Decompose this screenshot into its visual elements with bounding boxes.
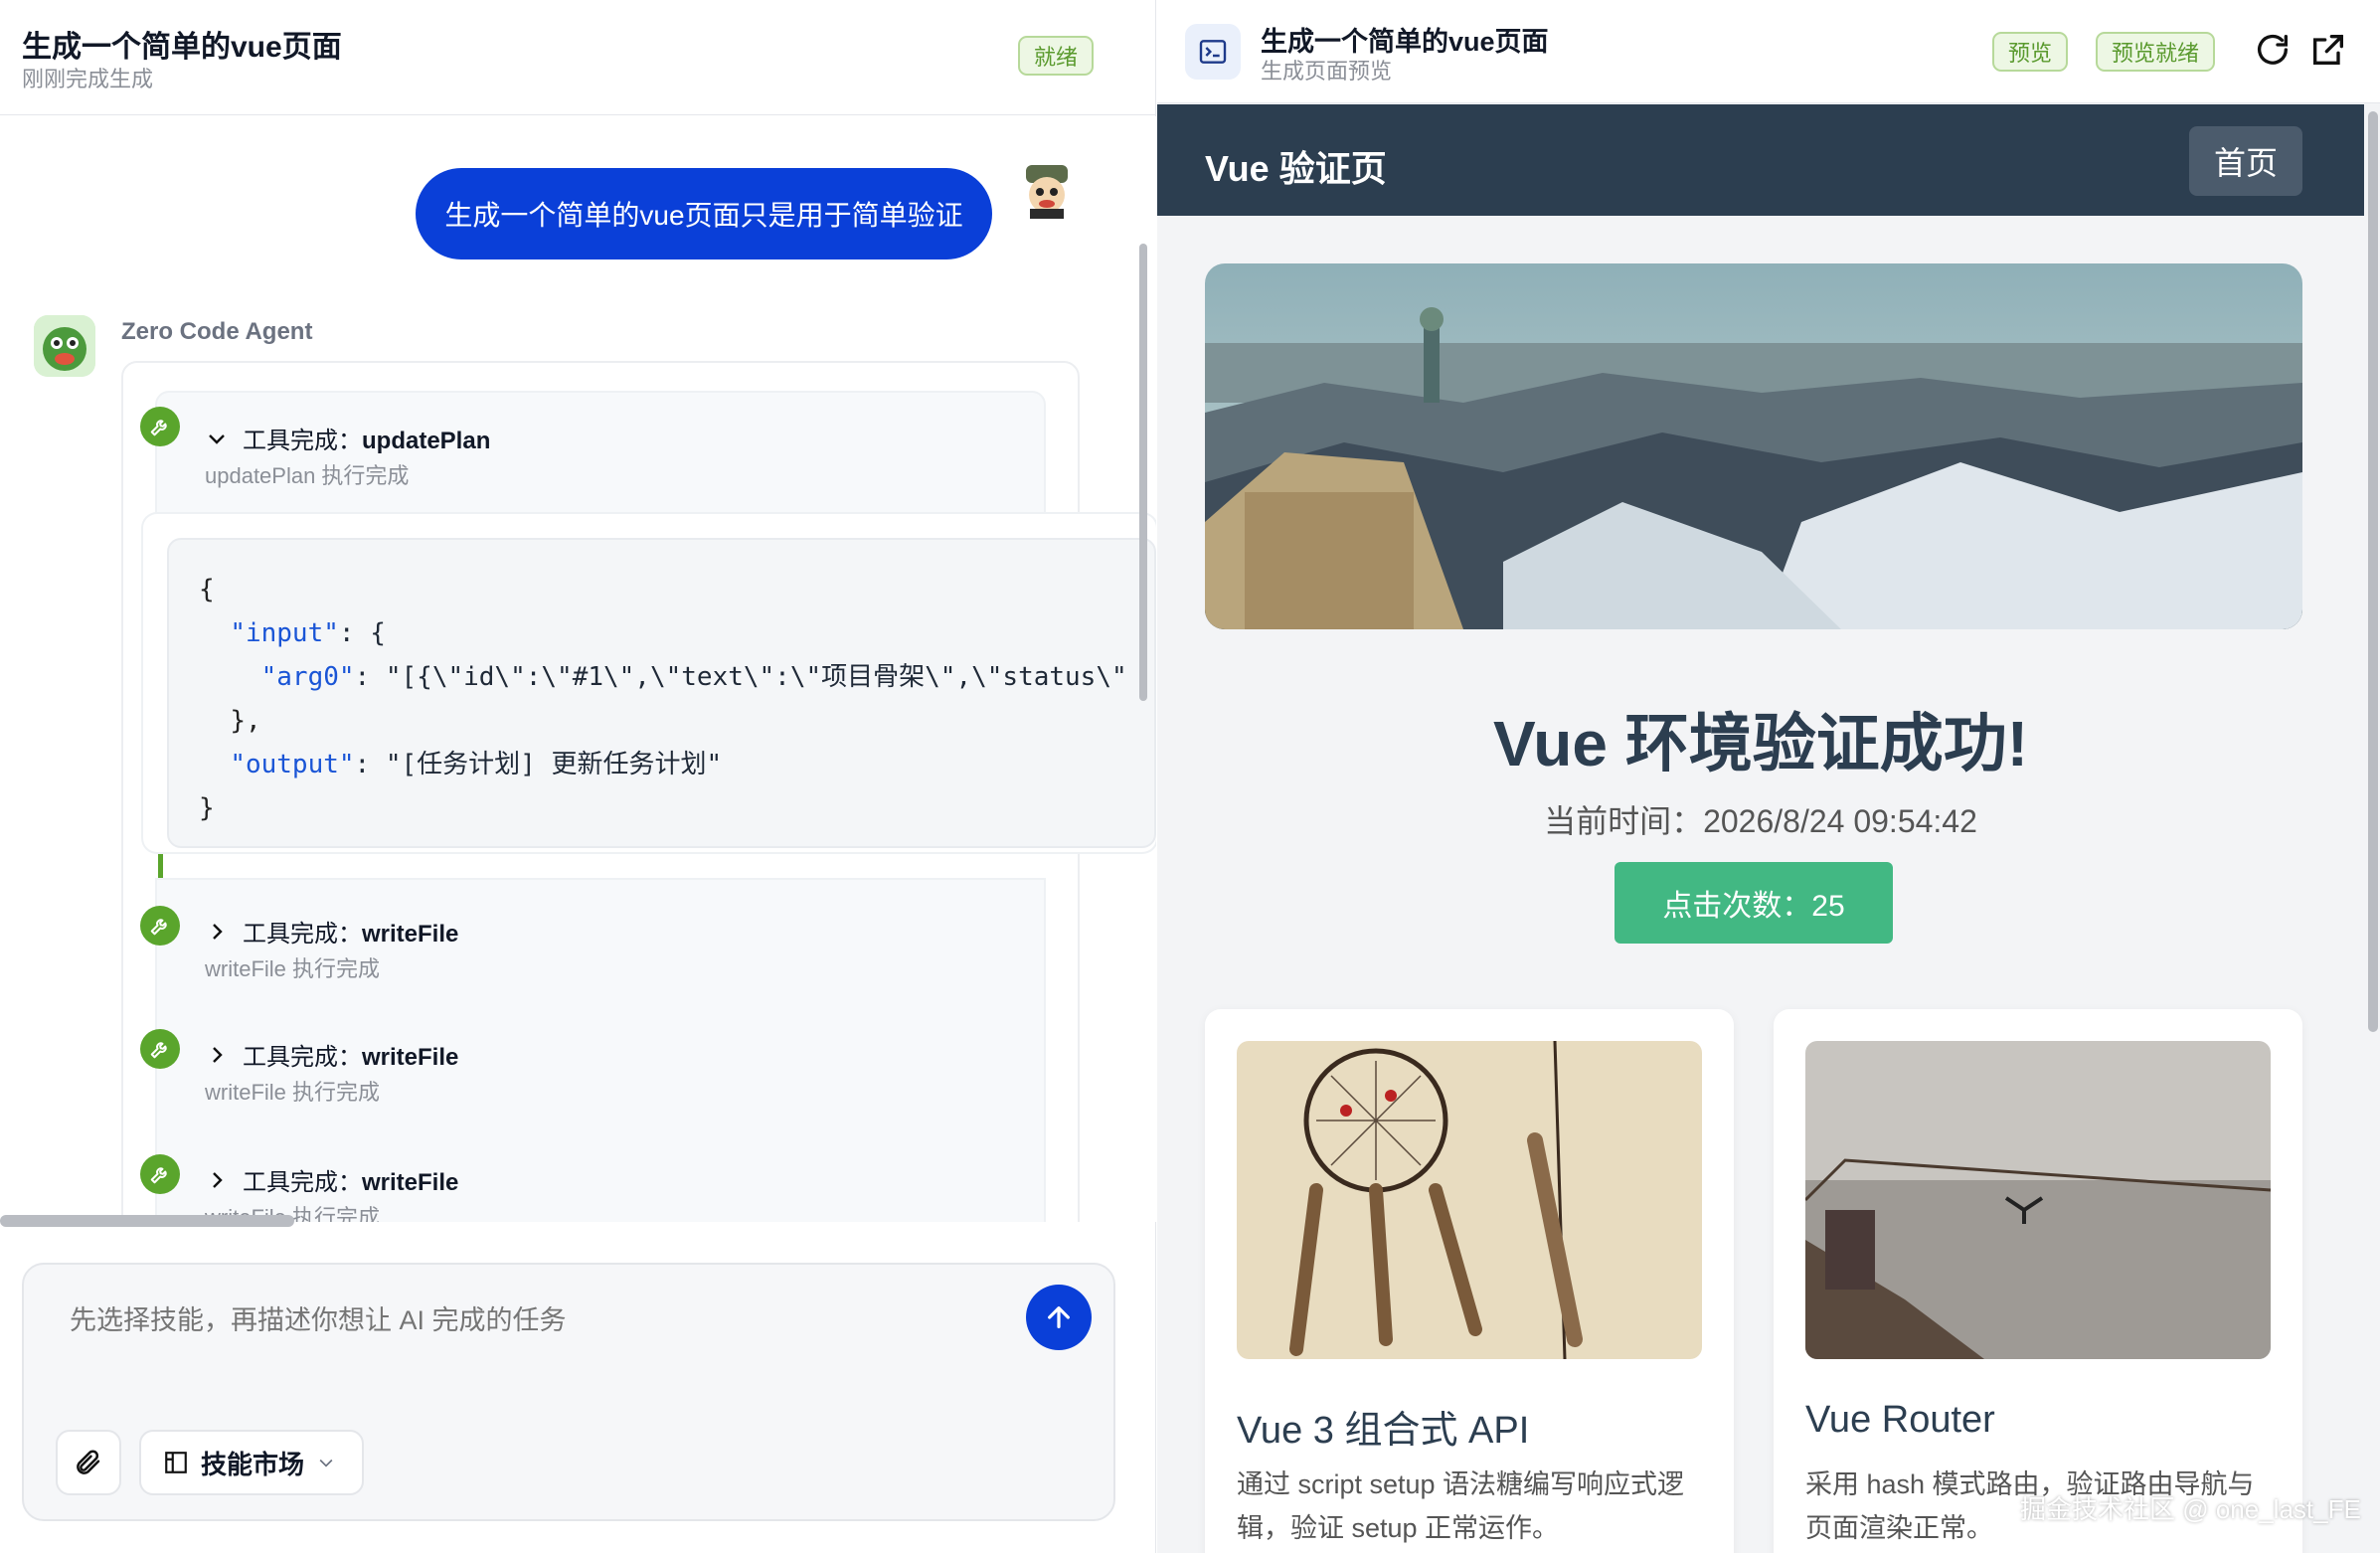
tool-prefix: 工具完成： <box>243 921 362 948</box>
card-description: 通过 script setup 语法糖编写响应式逻辑，验证 setup 正常运作… <box>1237 1469 1685 1543</box>
tool-name: writeFile <box>362 1044 459 1071</box>
chevron-down-icon <box>209 433 225 444</box>
open-external-button[interactable] <box>2308 30 2348 70</box>
current-time: 当前时间：2026/8/24 09:54:42 <box>1544 803 1977 839</box>
watermark: 掘金技术社区 @ one_last_FE <box>2020 1494 2361 1524</box>
click-counter-button[interactable]: 点击次数：25 <box>1615 862 1893 944</box>
tool-prefix: 工具完成： <box>243 428 362 454</box>
preview-navbar: Vue 验证页 首页 <box>1157 104 2364 216</box>
preview-frame[interactable]: Vue 验证页 首页 Vue 环境验证成功! 当前时间：2026/8/24 09… <box>1157 104 2364 1553</box>
preview-subtitle: 生成页面预览 <box>1261 59 1393 84</box>
hero-image <box>1205 263 2302 629</box>
code-block[interactable]: { "input": { "arg0": "[{\"id\":\"#1\",\"… <box>167 538 1156 848</box>
tool-subtitle: updatePlan 执行完成 <box>205 463 410 488</box>
chevron-right-icon <box>213 1046 223 1063</box>
code-line: { <box>199 575 215 604</box>
tool-title[interactable]: 工具完成：updatePlan <box>205 421 490 455</box>
chevron-down-icon <box>319 1459 333 1467</box>
code-line: } <box>199 793 215 823</box>
chat-panel: 生成一个简单的vue页面 刚刚完成生成 就绪 生成一个简单的vue页面只是用于简… <box>0 0 1156 1553</box>
prompt-input[interactable] <box>70 1300 964 1340</box>
tool-subtitle: writeFile 执行完成 <box>205 956 381 981</box>
tool-name: updatePlan <box>362 428 491 454</box>
preview-heading: Vue 环境验证成功! <box>1492 708 2029 779</box>
tool-name: writeFile <box>362 921 459 948</box>
tool-subtitle: writeFile 执行完成 <box>205 1080 381 1105</box>
card-image <box>1237 1041 1702 1359</box>
attach-button[interactable] <box>56 1430 121 1495</box>
wrench-icon <box>140 1029 180 1069</box>
tool-prefix: 工具完成： <box>243 1044 362 1071</box>
agent-avatar <box>34 315 95 377</box>
chat-header: 生成一个简单的vue页面 刚刚完成生成 就绪 <box>0 0 1156 115</box>
tool-item-writefile[interactable]: 工具完成：writeFile <box>205 1162 458 1197</box>
paperclip-icon <box>77 1450 100 1474</box>
preview-brand: Vue 验证页 <box>1205 148 1387 189</box>
wrench-icon <box>140 906 180 946</box>
chat-title: 生成一个简单的vue页面 <box>22 31 342 64</box>
card-title: Vue 3 组合式 API <box>1237 1410 1530 1452</box>
chevron-right-icon <box>213 923 223 940</box>
terminal-icon <box>1185 24 1241 80</box>
code-value: : "[任务计划] 更新任务计划" <box>354 750 723 779</box>
code-value: : "[{\"id\":\"#1\",\"text\":\"项目骨架\",\"s… <box>354 662 1127 692</box>
agent-name: Zero Code Agent <box>121 318 313 345</box>
app-window: 生成一个简单的vue页面 刚刚完成生成 就绪 生成一个简单的vue页面只是用于简… <box>0 0 2380 1553</box>
card-title: Vue Router <box>1805 1399 1995 1441</box>
code-value: : { <box>338 618 386 648</box>
wrench-icon <box>140 407 180 446</box>
feature-card: Vue 3 组合式 API 通过 script setup 语法糖编写响应式逻辑… <box>1205 1009 1734 1553</box>
external-link-icon <box>2313 35 2343 65</box>
arrow-up-icon <box>1048 1306 1070 1328</box>
grid-icon <box>165 1452 187 1473</box>
preview-vertical-scrollbar[interactable] <box>2368 111 2378 1032</box>
tool-prefix: 工具完成： <box>243 1169 362 1196</box>
chat-messages[interactable]: 生成一个简单的vue页面只是用于简单验证 Zero Code Agent 工具完… <box>0 116 1156 1222</box>
chat-vertical-scrollbar[interactable] <box>1139 244 1147 701</box>
tool-name: writeFile <box>362 1169 459 1196</box>
card-image <box>1805 1041 2271 1359</box>
message-composer: 技能市场 <box>22 1263 1115 1521</box>
user-message: 生成一个简单的vue页面只是用于简单验证 <box>416 168 992 259</box>
skill-market-button[interactable]: 技能市场 <box>139 1430 364 1495</box>
preview-panel: 生成一个简单的vue页面 生成页面预览 预览 预览就绪 Vue 验证页 首页 V… <box>1157 0 2380 1553</box>
preview-badge: 预览 <box>1992 32 2069 72</box>
tool-item-writefile[interactable]: 工具完成：writeFile <box>205 914 458 949</box>
code-content: { "input": { "arg0": "[{\"id\":\"#1\",\"… <box>199 568 1127 830</box>
preview-header: 生成一个简单的vue页面 生成页面预览 预览 预览就绪 <box>1157 0 2380 103</box>
refresh-button[interactable] <box>2253 30 2293 70</box>
refresh-icon <box>2258 34 2288 65</box>
code-line: }, <box>230 706 261 736</box>
user-avatar <box>1016 159 1078 221</box>
code-key: "arg0" <box>260 662 355 692</box>
wrench-icon <box>140 1154 180 1194</box>
chevron-right-icon <box>213 1171 223 1188</box>
chat-subtitle: 刚刚完成生成 <box>22 67 154 91</box>
preview-ready-badge: 预览就绪 <box>2096 32 2216 72</box>
home-button[interactable]: 首页 <box>2189 126 2302 196</box>
skill-market-label: 技能市场 <box>201 1449 305 1479</box>
status-badge: 就绪 <box>1018 36 1095 76</box>
code-key: "input" <box>230 618 339 648</box>
send-button[interactable] <box>1026 1285 1092 1350</box>
feature-card: Vue Router 采用 hash 模式路由，验证路由导航与页面渲染正常。 <box>1774 1009 2302 1553</box>
chat-horizontal-scrollbar[interactable] <box>0 1215 294 1227</box>
code-key: "output" <box>230 750 355 779</box>
tool-item-writefile[interactable]: 工具完成：writeFile <box>205 1037 458 1072</box>
